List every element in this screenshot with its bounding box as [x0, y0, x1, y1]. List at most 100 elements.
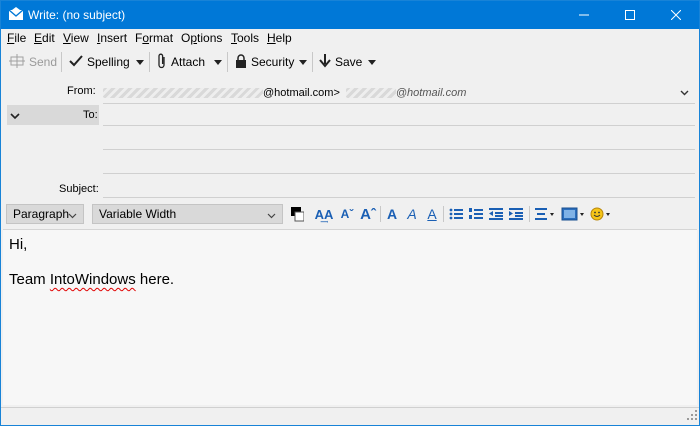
menu-help[interactable]: Help — [267, 31, 292, 45]
bulleted-list-button[interactable] — [448, 204, 464, 224]
toolbar-separator — [61, 52, 62, 72]
italic-button[interactable]: A — [404, 204, 420, 224]
format-toolbar: Paragraph Variable Width A͢A Aˇ Aˆ A A A — [1, 201, 699, 227]
from-label: From: — [67, 85, 96, 97]
menu-bar: File Edit View Insert Format Options Too… — [1, 29, 699, 48]
menu-format[interactable]: Format — [135, 31, 173, 45]
send-icon — [9, 53, 25, 71]
bold-icon: A — [386, 206, 398, 222]
recipient-type-select[interactable]: To: — [7, 105, 99, 125]
menu-options[interactable]: Options — [181, 31, 222, 45]
image-icon — [561, 207, 584, 221]
text-color-icon — [291, 207, 304, 222]
attach-dropdown[interactable] — [212, 51, 224, 73]
smaller-font-button[interactable]: Aˇ — [339, 204, 355, 224]
recipient-input-2[interactable] — [103, 149, 695, 150]
security-button[interactable]: Security — [235, 51, 294, 73]
download-arrow-icon — [319, 53, 331, 71]
lock-icon — [235, 53, 247, 71]
compose-toolbar: Send Spelling Attach Security Save — [1, 49, 699, 75]
toolbar-separator — [227, 52, 228, 72]
bold-button[interactable]: A — [384, 204, 400, 224]
outdent-icon — [489, 208, 503, 220]
status-bar — [1, 407, 699, 425]
toolbar-separator — [149, 52, 150, 72]
chevron-down-icon — [299, 59, 307, 65]
redacted-sender-name — [103, 87, 263, 98]
close-button[interactable] — [653, 1, 699, 29]
from-address-domain: @hotmail.com — [395, 86, 467, 99]
spelling-dropdown[interactable] — [134, 51, 146, 73]
numbered-list-icon — [469, 208, 483, 219]
message-body-editor[interactable]: Hi, Team IntoWindows here. — [3, 229, 697, 405]
toolbar-separator — [312, 52, 313, 72]
larger-font-button[interactable]: Aˆ — [359, 204, 377, 224]
format-separator — [380, 206, 381, 222]
menu-view[interactable]: View — [63, 31, 89, 45]
menu-edit[interactable]: Edit — [34, 31, 55, 45]
from-identity-select[interactable]: @hotmail.com> @hotmail.com — [103, 83, 695, 102]
save-button[interactable]: Save — [319, 51, 362, 73]
underline-button[interactable]: A — [424, 204, 440, 224]
chevron-down-icon — [214, 59, 222, 65]
to-recipient-input[interactable] — [103, 125, 695, 126]
chevron-down-icon — [136, 59, 144, 65]
compose-app-icon — [8, 7, 24, 21]
format-separator — [443, 206, 444, 222]
menu-insert[interactable]: Insert — [97, 31, 127, 45]
chevron-down-icon — [368, 59, 376, 65]
misspelled-word[interactable]: IntoWindows — [50, 271, 136, 288]
chevron-down-icon — [267, 208, 276, 222]
numbered-list-button[interactable] — [468, 204, 484, 224]
underline-icon: A — [427, 206, 437, 222]
font-larger-icon: Aˆ — [360, 205, 376, 223]
menu-tools[interactable]: Tools — [231, 31, 259, 45]
recipient-input-3[interactable] — [103, 173, 695, 174]
smiley-icon — [590, 207, 610, 221]
paragraph-format-value: Paragraph — [13, 207, 70, 221]
outdent-button[interactable] — [488, 204, 504, 224]
chevron-down-icon[interactable] — [680, 87, 689, 99]
to-label: To: — [83, 109, 98, 121]
insert-button[interactable] — [560, 204, 586, 224]
checkmark-icon — [69, 54, 83, 70]
chevron-down-icon — [68, 208, 77, 222]
alignment-button[interactable] — [534, 204, 556, 224]
paperclip-icon — [157, 53, 167, 72]
bulleted-list-icon — [449, 208, 463, 220]
paragraph-format-select[interactable]: Paragraph — [6, 204, 84, 224]
font-size-button[interactable]: A͢A — [312, 204, 336, 224]
minimize-button[interactable] — [561, 1, 607, 29]
chevron-down-icon[interactable] — [10, 109, 20, 123]
attach-label: Attach — [171, 55, 206, 69]
maximize-button[interactable] — [607, 1, 653, 29]
title-bar: Write: (no subject) — [1, 1, 699, 29]
send-label: Send — [29, 55, 58, 69]
indent-button[interactable] — [508, 204, 524, 224]
italic-icon: A — [407, 206, 417, 222]
save-label: Save — [335, 55, 363, 69]
body-line-1: Hi, — [9, 236, 28, 253]
font-smaller-icon: Aˇ — [340, 207, 354, 221]
emoticon-button[interactable] — [589, 204, 613, 224]
resize-grip-icon[interactable] — [687, 409, 697, 423]
menu-file[interactable]: File — [7, 31, 26, 45]
compose-window: Write: (no subject) File Edit View Inser… — [0, 0, 700, 426]
spelling-label: Spelling — [87, 55, 130, 69]
attach-button[interactable]: Attach — [157, 51, 205, 73]
address-headers: From: @hotmail.com> @hotmail.com To: Sub… — [1, 77, 699, 200]
send-button[interactable]: Send — [9, 51, 57, 73]
from-underline — [103, 103, 695, 104]
save-dropdown[interactable] — [366, 51, 378, 73]
body-line-2: Team IntoWindows here. — [9, 271, 691, 289]
font-family-select[interactable]: Variable Width — [92, 204, 283, 224]
format-separator — [529, 206, 530, 222]
spelling-button[interactable]: Spelling — [69, 51, 130, 73]
subject-input[interactable] — [103, 197, 695, 198]
align-icon — [535, 208, 554, 220]
text-color-button[interactable] — [289, 204, 305, 224]
window-title: Write: (no subject) — [28, 8, 126, 22]
redacted-sender-user — [345, 87, 396, 98]
font-family-value: Variable Width — [99, 207, 177, 221]
security-dropdown[interactable] — [297, 51, 309, 73]
